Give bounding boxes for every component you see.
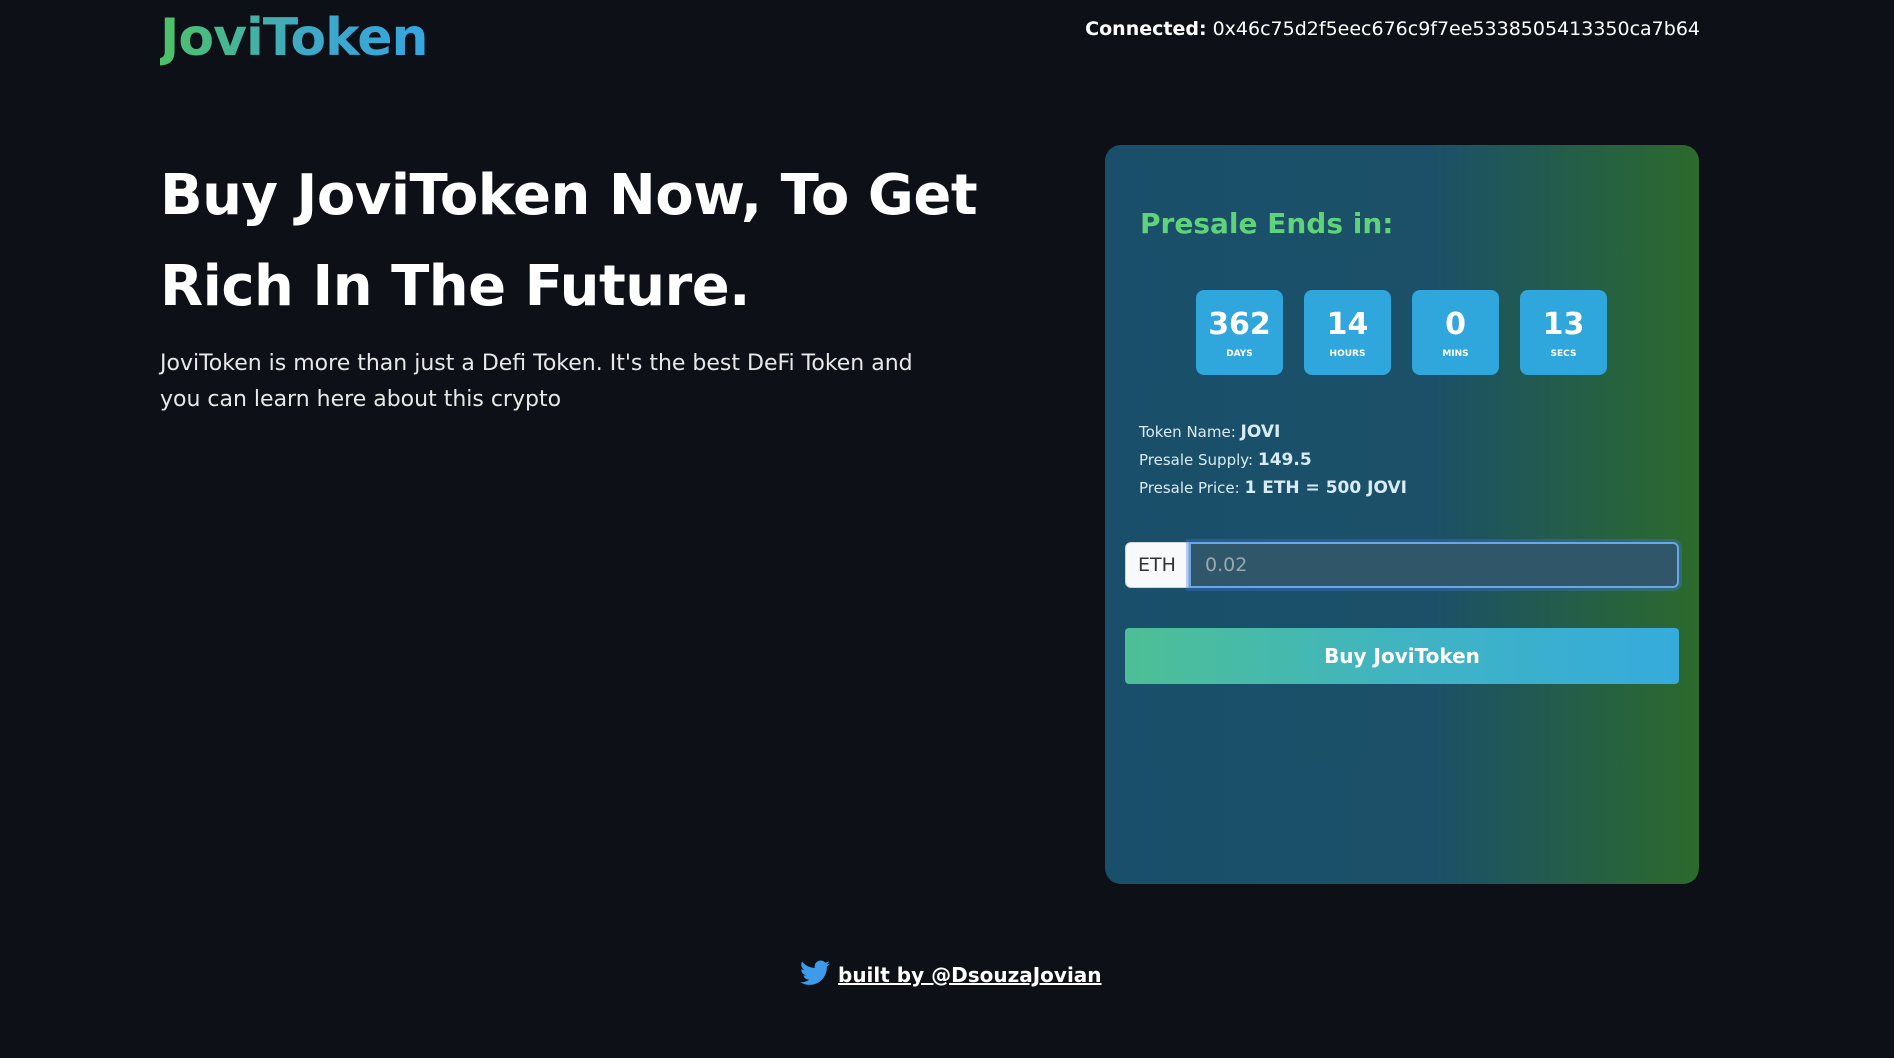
presale-price-label: Presale Price:: [1139, 479, 1240, 497]
wallet-address: 0x46c75d2f5eec676c9f7ee5338505413350ca7b…: [1212, 18, 1700, 40]
logo[interactable]: JoviToken: [160, 8, 429, 68]
presale-supply-row: Presale Supply: 149.5: [1139, 446, 1407, 474]
token-name-label: Token Name:: [1139, 423, 1236, 441]
presale-price-value: 1 ETH = 500 JOVI: [1244, 478, 1407, 498]
countdown-unit: DAYS: [1226, 348, 1253, 359]
hero-description: JoviToken is more than just a Defi Token…: [160, 351, 913, 412]
countdown-value: 14: [1326, 306, 1369, 342]
token-info: Token Name: JOVI Presale Supply: 149.5 P…: [1139, 418, 1407, 502]
twitter-icon[interactable]: [800, 960, 830, 990]
countdown-value: 0: [1445, 306, 1466, 342]
countdown: 362 DAYS 14 HOURS 0 MINS 13 SECS: [1196, 290, 1607, 375]
eth-prefix: ETH: [1125, 542, 1189, 588]
page: JoviToken Connected: 0x46c75d2f5eec676c9…: [0, 0, 1894, 1058]
wallet-status: Connected: 0x46c75d2f5eec676c9f7ee533850…: [1085, 18, 1700, 40]
eth-input-group: ETH: [1125, 542, 1679, 588]
countdown-unit: SECS: [1550, 348, 1577, 359]
countdown-days: 362 DAYS: [1196, 290, 1283, 375]
presale-title: Presale Ends in:: [1140, 207, 1394, 240]
countdown-value: 13: [1542, 306, 1585, 342]
buy-button[interactable]: Buy JoviToken: [1125, 628, 1679, 684]
countdown-value: 362: [1208, 306, 1271, 342]
presale-supply-label: Presale Supply:: [1139, 451, 1254, 469]
countdown-mins: 0 MINS: [1412, 290, 1499, 375]
footer: built by @DsouzaJovian: [800, 960, 1102, 990]
countdown-unit: MINS: [1442, 348, 1469, 359]
token-name-value: JOVI: [1240, 422, 1281, 442]
countdown-secs: 13 SECS: [1520, 290, 1607, 375]
token-name-row: Token Name: JOVI: [1139, 418, 1407, 446]
hero-title: Buy JoviToken Now, To Get Rich In The Fu…: [160, 163, 978, 319]
countdown-hours: 14 HOURS: [1304, 290, 1391, 375]
presale-price-row: Presale Price: 1 ETH = 500 JOVI: [1139, 474, 1407, 502]
countdown-unit: HOURS: [1329, 348, 1366, 359]
presale-supply-value: 149.5: [1257, 450, 1312, 470]
eth-amount-input[interactable]: [1189, 542, 1679, 588]
presale-card: Presale Ends in: 362 DAYS 14 HOURS 0 MIN…: [1105, 145, 1699, 884]
author-link[interactable]: built by @DsouzaJovian: [838, 963, 1102, 987]
connected-label: Connected:: [1085, 18, 1207, 40]
